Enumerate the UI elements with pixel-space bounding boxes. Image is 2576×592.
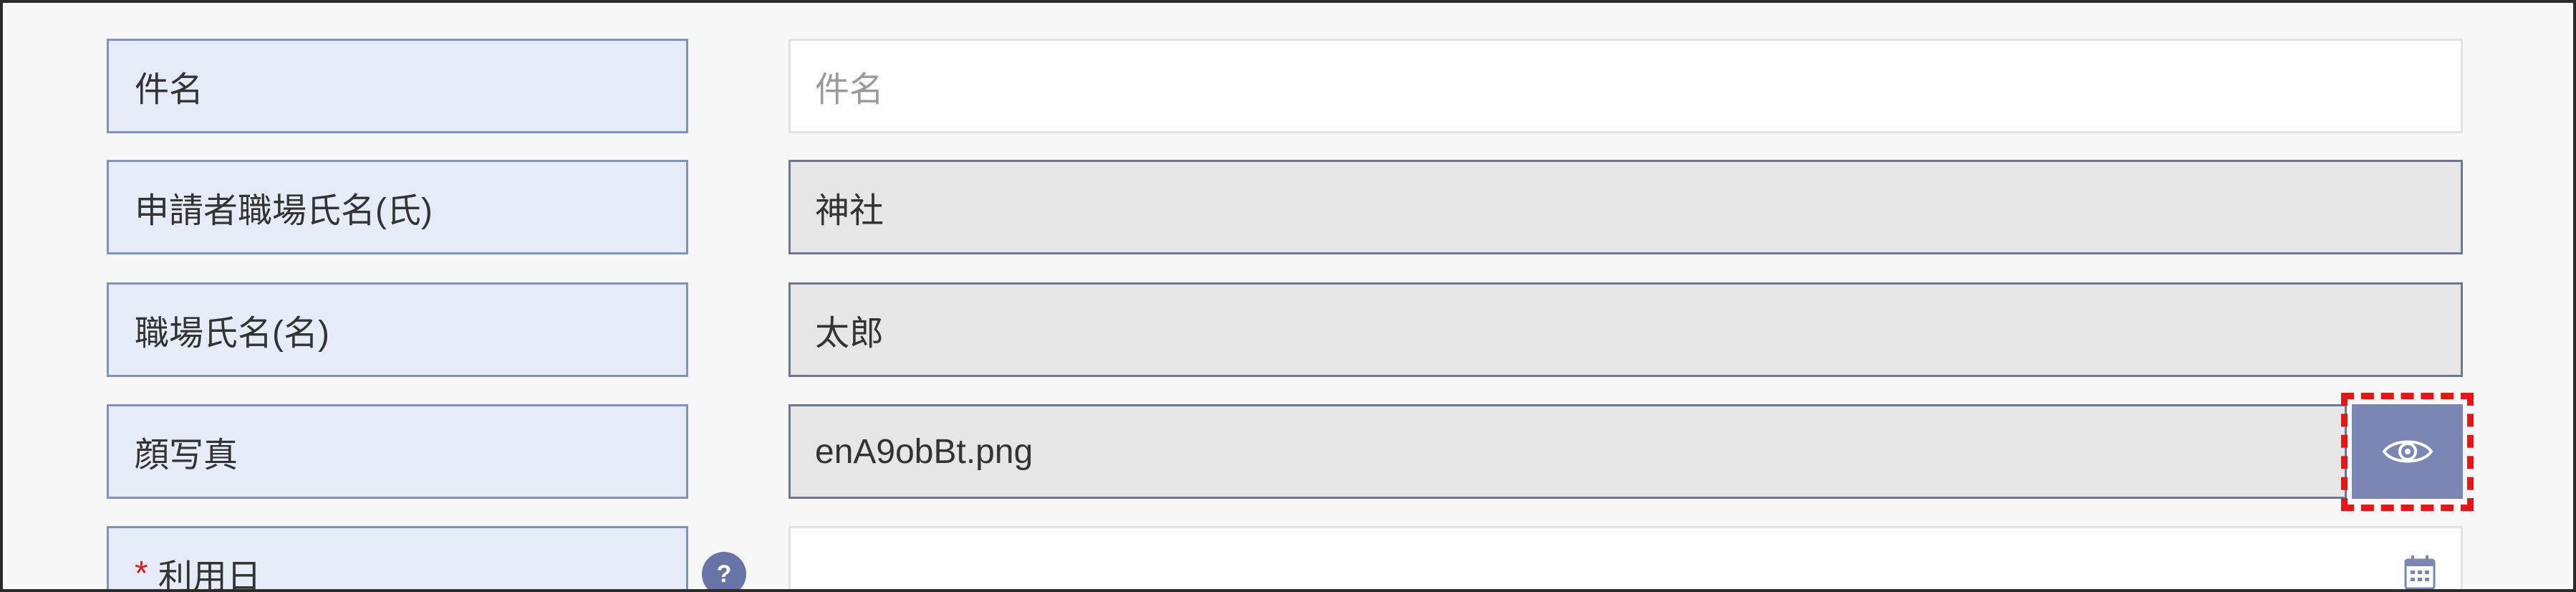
last-name-label: 申請者職場氏名(氏) (107, 160, 688, 254)
subject-label-text: 件名 (135, 71, 204, 109)
use-date-label: * 利用日 (107, 526, 688, 592)
required-mark: * (135, 554, 148, 592)
form-panel: 件名 件名 申請者職場氏名(氏) 神社 職場氏名(名) 太郎 顔写真 enA9o… (0, 0, 2576, 592)
subject-label: 件名 (107, 39, 688, 133)
photo-filename: enA9obBt.png (815, 432, 1033, 471)
last-name-value: 神社 (815, 192, 884, 230)
photo-filename-field: enA9obBt.png (788, 404, 2347, 499)
last-name-label-text: 申請者職場氏名(氏) (135, 192, 433, 230)
last-name-field: 神社 (788, 160, 2463, 254)
photo-label-text: 顔写真 (135, 436, 238, 474)
first-name-field: 太郎 (788, 282, 2463, 377)
help-badge-text: ? (716, 560, 732, 588)
use-date-input[interactable] (788, 526, 2463, 589)
subject-input[interactable]: 件名 (788, 39, 2463, 133)
highlight-box (2341, 393, 2474, 511)
help-icon[interactable]: ? (702, 552, 746, 589)
first-name-label: 職場氏名(名) (107, 282, 688, 377)
calendar-icon[interactable] (2403, 555, 2436, 591)
subject-placeholder: 件名 (815, 71, 884, 109)
first-name-value: 太郎 (815, 315, 884, 353)
use-date-label-text: 利用日 (158, 558, 261, 592)
first-name-label-text: 職場氏名(名) (135, 315, 329, 353)
photo-label: 顔写真 (107, 404, 688, 499)
